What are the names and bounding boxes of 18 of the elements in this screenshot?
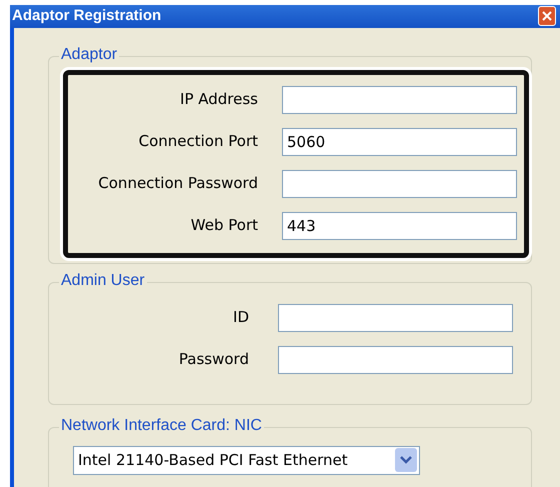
group-legend: Adaptor [59, 44, 120, 64]
input-field[interactable]: 5060 [282, 128, 517, 156]
close-button[interactable] [538, 6, 556, 26]
input-field[interactable]: 443 [282, 212, 517, 240]
field-label: Web Port [190, 215, 258, 236]
field-label: Connection Port [138, 131, 258, 152]
input-field[interactable] [278, 346, 513, 374]
field-label: Password [178, 349, 249, 370]
field-label: ID [232, 307, 249, 328]
nic-dropdown[interactable]: Intel 21140-Based PCI Fast Ethernet [73, 446, 420, 474]
input-field[interactable] [282, 170, 517, 198]
input-field[interactable] [278, 304, 513, 332]
dropdown-value: Intel 21140-Based PCI Fast Ethernet [78, 450, 349, 471]
field-label: IP Address [179, 89, 258, 110]
close-icon [542, 11, 552, 22]
window-title: Adaptor Registration [12, 6, 162, 26]
input-field[interactable] [282, 86, 517, 114]
field-label: Connection Password [97, 173, 258, 194]
